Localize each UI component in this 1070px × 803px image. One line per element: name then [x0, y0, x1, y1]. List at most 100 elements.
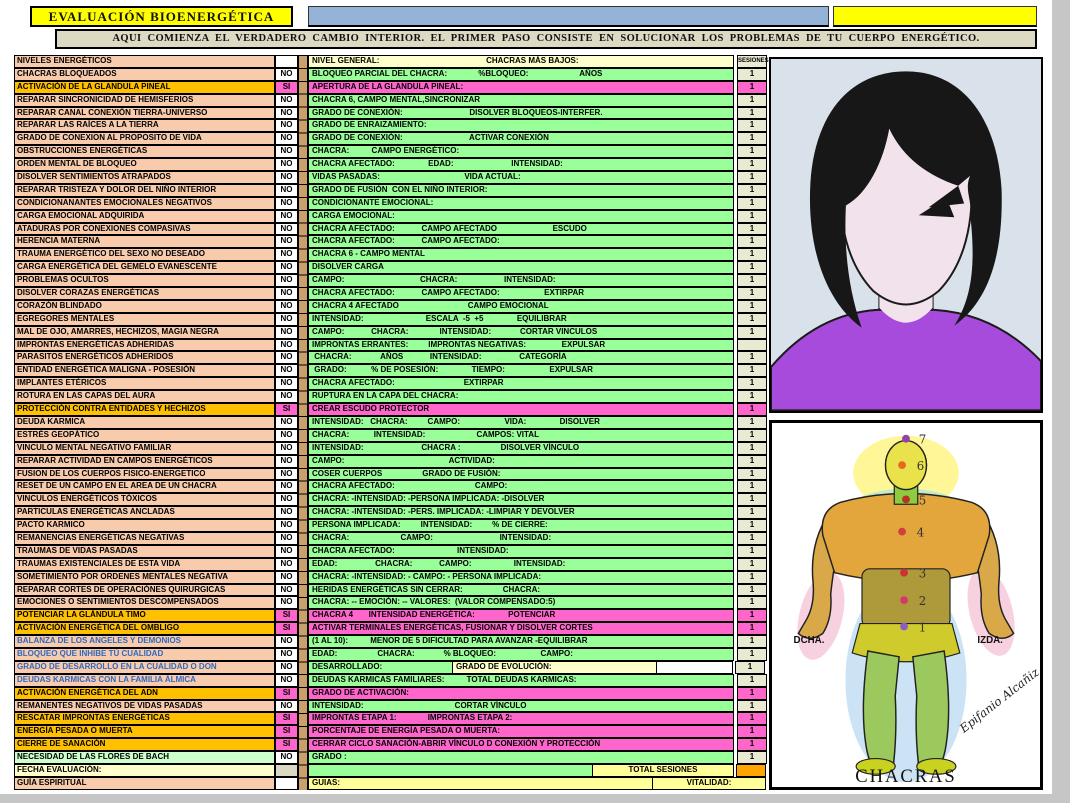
left-row-value[interactable]: SI: [274, 725, 298, 738]
left-row-value[interactable]: NO: [274, 584, 298, 597]
middle-cell[interactable]: DESARROLLADO:: [308, 661, 453, 674]
left-row-value[interactable]: NO: [274, 558, 298, 571]
left-row-value[interactable]: NO: [274, 596, 298, 609]
chakra-dot-2[interactable]: [900, 596, 908, 604]
session-cell[interactable]: 1: [737, 584, 767, 597]
session-cell[interactable]: 1: [737, 519, 767, 532]
session-cell[interactable]: 1: [737, 712, 767, 725]
middle-cell[interactable]: [308, 764, 593, 777]
session-cell[interactable]: [737, 339, 767, 352]
left-row-value[interactable]: [274, 764, 298, 777]
left-row-value[interactable]: NO: [274, 455, 298, 468]
session-cell[interactable]: 1: [737, 119, 767, 132]
left-row-value[interactable]: NO: [274, 197, 298, 210]
session-cell[interactable]: 1: [737, 545, 767, 558]
chakra-dot-5[interactable]: [902, 495, 910, 503]
session-cell[interactable]: [736, 764, 766, 777]
session-cell[interactable]: 1: [737, 68, 767, 81]
session-cell[interactable]: 1: [737, 390, 767, 403]
session-cell[interactable]: 1: [737, 248, 767, 261]
left-row-value[interactable]: NO: [274, 468, 298, 481]
session-cell[interactable]: 1: [737, 313, 767, 326]
session-cell[interactable]: 1: [737, 609, 767, 622]
session-cell[interactable]: 1: [737, 107, 767, 120]
session-cell[interactable]: 1: [737, 197, 767, 210]
left-row-value[interactable]: NO: [274, 313, 298, 326]
session-cell[interactable]: 1: [737, 132, 767, 145]
session-cell[interactable]: 1: [737, 287, 767, 300]
left-row-value[interactable]: NO: [274, 532, 298, 545]
header-yellow-field[interactable]: [833, 6, 1037, 27]
session-cell[interactable]: 1: [737, 738, 767, 751]
session-cell[interactable]: 1: [737, 235, 767, 248]
session-cell[interactable]: 1: [735, 661, 765, 674]
left-row-value[interactable]: NO: [274, 326, 298, 339]
session-cell[interactable]: 1: [737, 261, 767, 274]
left-row-value[interactable]: NO: [274, 261, 298, 274]
left-row-value[interactable]: SI: [274, 622, 298, 635]
chakra-dot-1[interactable]: [900, 623, 908, 631]
middle-cell[interactable]: VITALIDAD:: [652, 777, 766, 790]
left-row-value[interactable]: NO: [274, 351, 298, 364]
left-row-value[interactable]: NO: [274, 519, 298, 532]
session-cell[interactable]: 1: [737, 416, 767, 429]
session-cell[interactable]: 1: [737, 687, 767, 700]
left-row-value[interactable]: NO: [274, 287, 298, 300]
left-row-value[interactable]: SI: [274, 609, 298, 622]
session-cell[interactable]: 1: [737, 145, 767, 158]
session-cell[interactable]: 1: [737, 674, 767, 687]
left-row-value[interactable]: NO: [274, 442, 298, 455]
left-row-value[interactable]: NO: [274, 416, 298, 429]
chakra-dot-6[interactable]: [898, 461, 906, 469]
session-cell[interactable]: 1: [737, 493, 767, 506]
left-row-value[interactable]: [274, 777, 298, 790]
session-cell[interactable]: 1: [737, 184, 767, 197]
left-row-value[interactable]: NO: [274, 364, 298, 377]
session-cell[interactable]: 1: [737, 648, 767, 661]
session-cell[interactable]: 1: [737, 751, 767, 764]
left-row-value[interactable]: NO: [274, 390, 298, 403]
session-cell[interactable]: 1: [737, 571, 767, 584]
session-cell[interactable]: 1: [737, 158, 767, 171]
left-row-value[interactable]: NO: [274, 274, 298, 287]
middle-cell[interactable]: GUIAS:: [308, 777, 653, 790]
session-cell[interactable]: 1: [737, 94, 767, 107]
session-cell[interactable]: 1: [737, 326, 767, 339]
session-cell[interactable]: 1: [737, 223, 767, 236]
left-row-value[interactable]: NO: [274, 184, 298, 197]
session-cell[interactable]: 1: [737, 274, 767, 287]
left-row-value[interactable]: NO: [274, 210, 298, 223]
left-row-value[interactable]: NO: [274, 377, 298, 390]
left-row-value[interactable]: NO: [274, 545, 298, 558]
session-cell[interactable]: 1: [737, 442, 767, 455]
session-cell[interactable]: 1: [737, 403, 767, 416]
session-cell[interactable]: 1: [737, 700, 767, 713]
left-row-value[interactable]: NO: [274, 674, 298, 687]
left-row-value[interactable]: SI: [274, 81, 298, 94]
session-cell[interactable]: 1: [737, 429, 767, 442]
middle-cell[interactable]: [656, 661, 733, 674]
left-row-value[interactable]: NO: [274, 648, 298, 661]
session-cell[interactable]: 1: [737, 725, 767, 738]
left-row-value[interactable]: NO: [274, 107, 298, 120]
left-row-value[interactable]: NO: [274, 145, 298, 158]
left-row-value[interactable]: NO: [274, 300, 298, 313]
left-row-value[interactable]: NO: [274, 571, 298, 584]
left-row-value[interactable]: NO: [274, 700, 298, 713]
session-cell[interactable]: 1: [737, 455, 767, 468]
session-cell[interactable]: SESIONES: [737, 55, 767, 68]
header-blue-field[interactable]: [308, 6, 829, 27]
left-row-value[interactable]: NO: [274, 635, 298, 648]
left-row-value[interactable]: SI: [274, 403, 298, 416]
left-row-value[interactable]: [274, 55, 298, 68]
left-row-value[interactable]: NO: [274, 68, 298, 81]
session-cell[interactable]: 1: [737, 351, 767, 364]
left-row-value[interactable]: NO: [274, 171, 298, 184]
left-row-value[interactable]: NO: [274, 248, 298, 261]
chakra-dot-4[interactable]: [898, 528, 906, 536]
left-row-value[interactable]: NO: [274, 751, 298, 764]
session-cell[interactable]: 1: [737, 81, 767, 94]
left-row-value[interactable]: NO: [274, 223, 298, 236]
left-row-value[interactable]: NO: [274, 235, 298, 248]
session-cell[interactable]: 1: [737, 171, 767, 184]
